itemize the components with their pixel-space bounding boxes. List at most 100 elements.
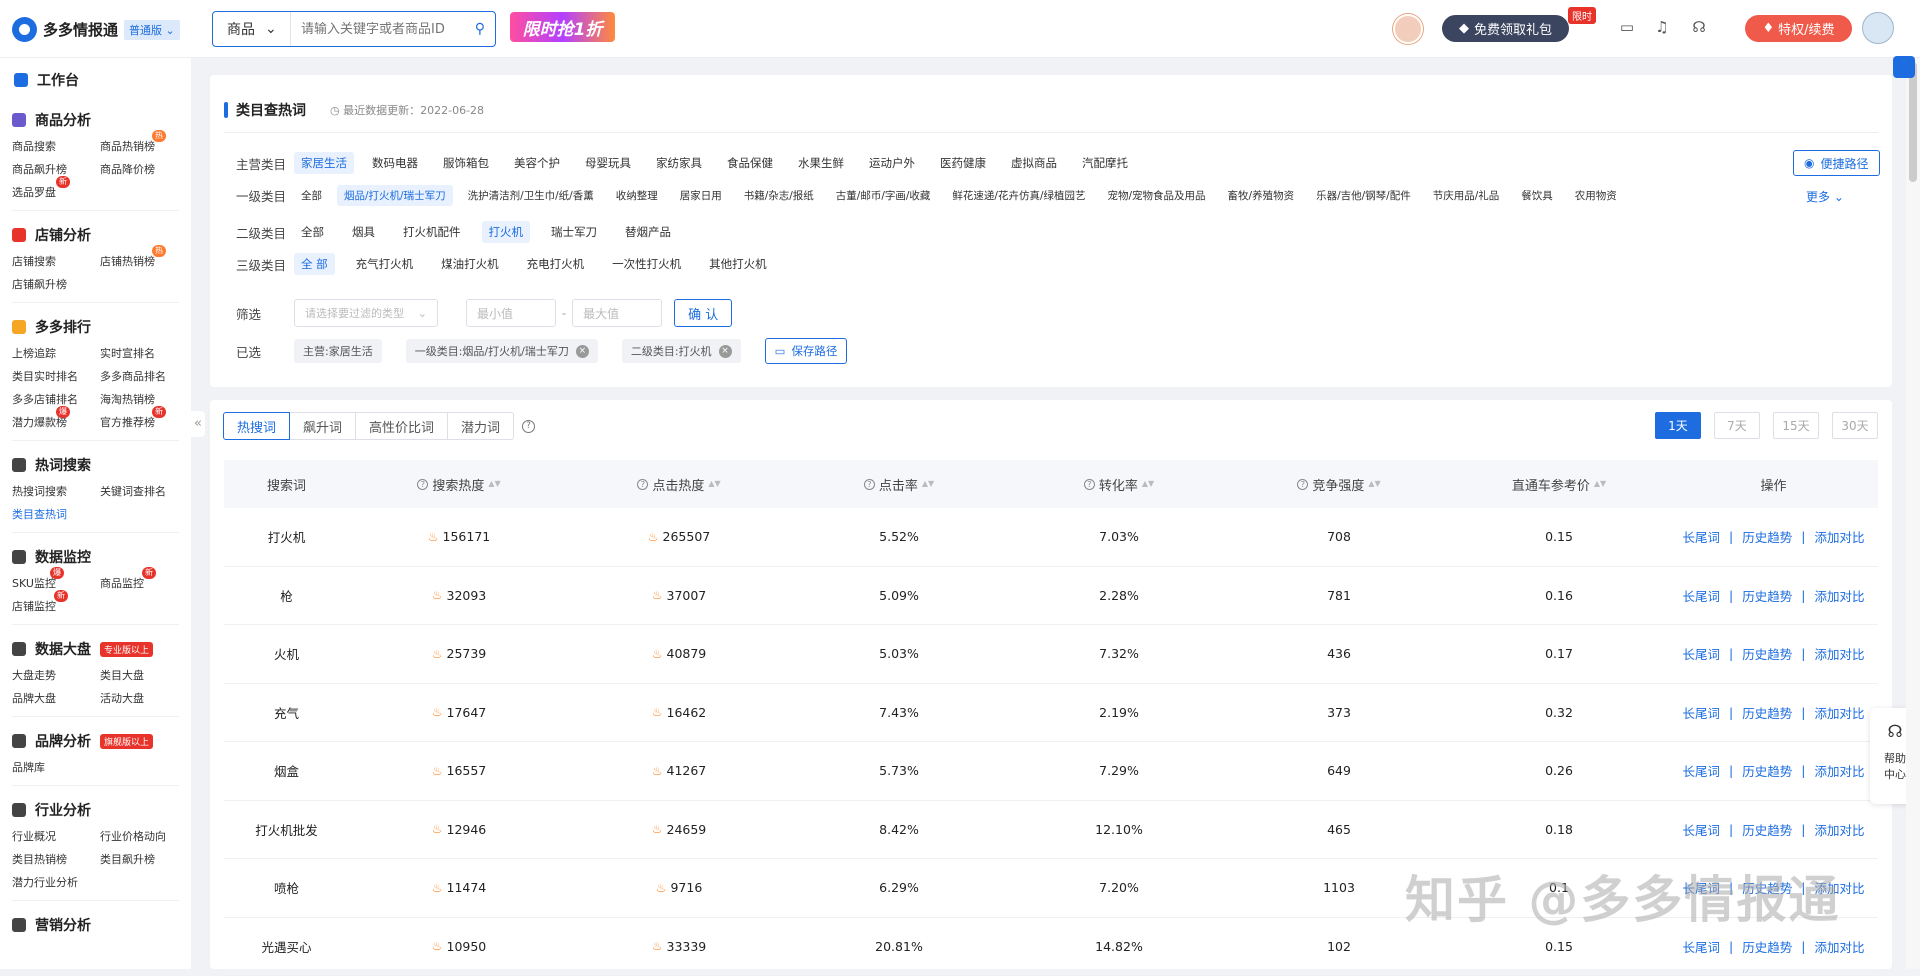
add-compare-link[interactable]: 添加对比 (1814, 703, 1864, 722)
sidebar-item[interactable]: 行业价格动向 (100, 828, 188, 844)
search-icon[interactable]: ⚲ (475, 21, 485, 37)
search-category-select[interactable]: 商品⌄ (213, 12, 291, 46)
category-chip[interactable]: 食品保健 (720, 152, 780, 174)
sidebar-item[interactable]: 海淘热销榜 (100, 391, 188, 407)
category-chip[interactable]: 节庆用品/礼品 (1426, 185, 1507, 206)
category-chip[interactable]: 虚拟商品 (1004, 152, 1064, 174)
close-icon[interactable]: × (719, 345, 732, 358)
category-chip[interactable]: 洗护清洁剂/卫生巾/纸/香薰 (461, 185, 601, 206)
user-avatar[interactable] (1862, 12, 1894, 44)
long-tail-link[interactable]: 长尾词 (1683, 586, 1721, 605)
history-trend-link[interactable]: 历史趋势 (1742, 820, 1792, 839)
long-tail-link[interactable]: 长尾词 (1683, 644, 1721, 663)
day-option-30[interactable]: 30天 (1832, 412, 1878, 439)
history-trend-link[interactable]: 历史趋势 (1742, 586, 1792, 605)
category-chip[interactable]: 充气打火机 (349, 253, 421, 275)
sidebar-item[interactable]: 多多商品排名 (100, 368, 188, 384)
col-header-click-heat[interactable]: ?点击热度▲▼ (569, 475, 789, 494)
history-trend-link[interactable]: 历史趋势 (1742, 761, 1792, 780)
free-gift-button[interactable]: ◆免费领取礼包 (1442, 15, 1569, 42)
history-trend-link[interactable]: 历史趋势 (1742, 703, 1792, 722)
category-chip[interactable]: 运动户外 (862, 152, 922, 174)
col-header-price[interactable]: 直通车参考价▲▼ (1449, 475, 1669, 494)
confirm-button[interactable]: 确 认 (674, 299, 732, 327)
tab-potential[interactable]: 潜力词 (447, 412, 514, 440)
add-compare-link[interactable]: 添加对比 (1814, 586, 1864, 605)
scrollbar-thumb[interactable] (1909, 62, 1917, 182)
sidebar-item[interactable]: 潜力行业分析 (12, 874, 100, 890)
max-value-input[interactable]: 最大值 (572, 299, 662, 327)
col-header-search-heat[interactable]: ?搜索热度▲▼ (349, 475, 569, 494)
side-toolbar-icon[interactable] (1893, 56, 1915, 78)
col-header-competition[interactable]: ?竞争强度▲▼ (1229, 475, 1449, 494)
category-chip[interactable]: 瑞士军刀 (544, 221, 604, 243)
sidebar-item[interactable]: 店铺监控新 (12, 598, 100, 614)
sidebar-item[interactable]: 店铺热销榜热 (100, 253, 188, 269)
sidebar-item[interactable]: 关键词查排名 (100, 483, 188, 499)
category-chip[interactable]: 替烟产品 (618, 221, 678, 243)
category-chip[interactable]: 餐饮具 (1514, 185, 1560, 206)
sidebar-item[interactable]: 品牌大盘 (12, 690, 100, 706)
page-scrollbar[interactable] (1906, 58, 1920, 969)
sidebar-item[interactable]: 官方推荐榜新 (100, 414, 188, 430)
sidebar-dashboard[interactable]: 工作台 (0, 58, 191, 96)
category-chip-active[interactable]: 家居生活 (294, 152, 354, 174)
category-chip[interactable]: 居家日用 (673, 185, 729, 206)
category-chip[interactable]: 畜牧/养殖物资 (1221, 185, 1302, 206)
category-chip[interactable]: 煤油打火机 (434, 253, 506, 275)
category-chip-active[interactable]: 全 部 (294, 253, 335, 275)
sidebar-item[interactable]: 商品飙升榜 (12, 161, 100, 177)
sidebar-item-active[interactable]: 类目查热词 (12, 506, 100, 522)
tab-value[interactable]: 高性价比词 (355, 412, 448, 440)
sidebar-item[interactable]: 大盘走势 (12, 667, 100, 683)
sidebar-item[interactable]: 商品搜索 (12, 138, 100, 154)
day-option-1[interactable]: 1天 (1655, 412, 1701, 439)
collapse-sidebar-button[interactable]: « (191, 411, 205, 437)
sidebar-item[interactable]: 商品降价榜 (100, 161, 188, 177)
category-chip[interactable]: 收纳整理 (609, 185, 665, 206)
history-trend-link[interactable]: 历史趋势 (1742, 937, 1792, 956)
category-chip[interactable]: 充电打火机 (520, 253, 592, 275)
long-tail-link[interactable]: 长尾词 (1683, 703, 1721, 722)
sidebar-item[interactable]: 活动大盘 (100, 690, 188, 706)
long-tail-link[interactable]: 长尾词 (1683, 820, 1721, 839)
long-tail-link[interactable]: 长尾词 (1683, 761, 1721, 780)
save-path-button[interactable]: ▭保存路径 (765, 338, 848, 364)
sidebar-item[interactable]: 类目飙升榜 (100, 851, 188, 867)
category-chip[interactable]: 宠物/宠物食品及用品 (1100, 185, 1212, 206)
tab-rising[interactable]: 飙升词 (289, 412, 356, 440)
sidebar-item[interactable]: 行业概况 (12, 828, 100, 844)
min-value-input[interactable]: 最小值 (466, 299, 556, 327)
category-chip[interactable]: 一次性打火机 (605, 253, 688, 275)
sidebar-item[interactable]: 热搜词搜索 (12, 483, 100, 499)
fav-path-button[interactable]: ◉便捷路径 (1793, 150, 1880, 176)
category-chip[interactable]: 打火机配件 (396, 221, 468, 243)
category-chip[interactable]: 书籍/杂志/报纸 (737, 185, 821, 206)
promo-avatar[interactable] (1393, 14, 1423, 44)
filter-type-select[interactable]: 请选择要过滤的类型⌄ (294, 299, 438, 327)
category-chip[interactable]: 全部 (294, 185, 329, 206)
long-tail-link[interactable]: 长尾词 (1683, 527, 1721, 546)
sidebar-item[interactable]: 多多店铺排名 (12, 391, 100, 407)
search-input[interactable] (291, 22, 461, 37)
category-chip[interactable]: 家纺家具 (649, 152, 709, 174)
add-compare-link[interactable]: 添加对比 (1814, 937, 1864, 956)
category-chip[interactable]: 水果生鲜 (791, 152, 851, 174)
add-compare-link[interactable]: 添加对比 (1814, 761, 1864, 780)
category-chip[interactable]: 乐器/吉他/钢琴/配件 (1309, 185, 1418, 206)
sidebar-item[interactable]: 品牌库 (12, 759, 100, 775)
sidebar-item[interactable]: 类目大盘 (100, 667, 188, 683)
category-chip[interactable]: 服饰箱包 (436, 152, 496, 174)
sidebar-item[interactable]: 类目热销榜 (12, 851, 100, 867)
sidebar-item[interactable]: 商品监控新 (100, 575, 188, 591)
day-option-15[interactable]: 15天 (1773, 412, 1819, 439)
headset-icon[interactable]: ☊ (1688, 16, 1710, 38)
help-question-icon[interactable]: ? (522, 420, 535, 433)
category-chip-active[interactable]: 烟品/打火机/瑞士军刀 (337, 185, 453, 206)
monitor-icon[interactable]: ▭ (1616, 16, 1638, 38)
add-compare-link[interactable]: 添加对比 (1814, 820, 1864, 839)
category-chip[interactable]: 全部 (294, 221, 331, 243)
col-header-cvr[interactable]: ?转化率▲▼ (1009, 475, 1229, 494)
version-badge[interactable]: 普通版 ⌄ (124, 20, 180, 40)
category-chip[interactable]: 美容个护 (507, 152, 567, 174)
